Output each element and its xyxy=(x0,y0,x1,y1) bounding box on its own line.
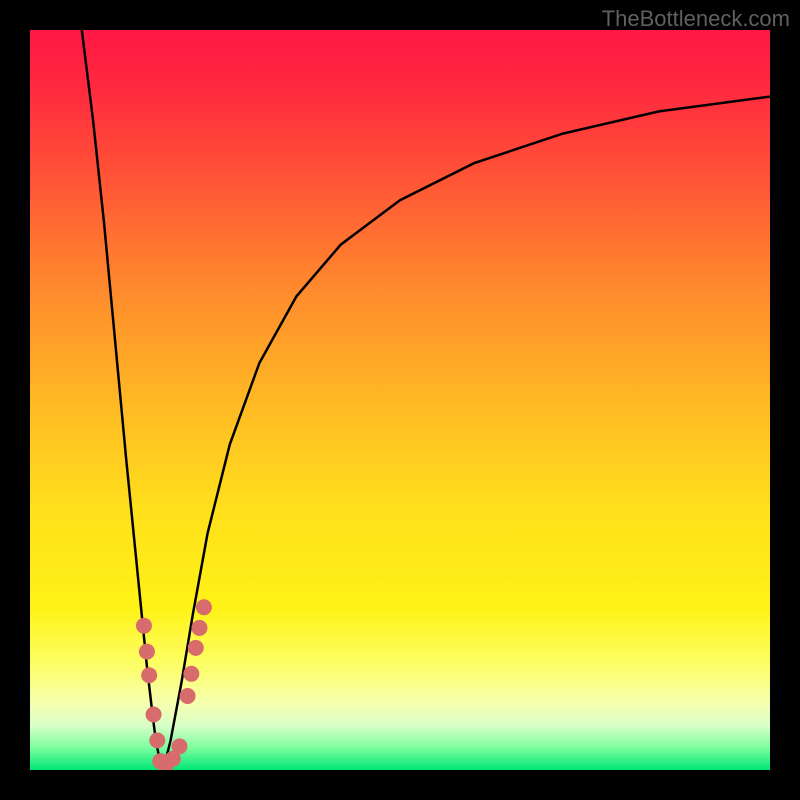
data-point xyxy=(139,644,155,660)
marker-group xyxy=(136,599,212,770)
data-point xyxy=(171,738,187,754)
data-point xyxy=(183,666,199,682)
data-point xyxy=(191,620,207,636)
plot-area xyxy=(30,30,770,770)
right-curve xyxy=(163,97,770,770)
data-point xyxy=(188,640,204,656)
chart-container: TheBottleneck.com xyxy=(0,0,800,800)
watermark-text: TheBottleneck.com xyxy=(602,6,790,32)
left-curve xyxy=(82,30,163,770)
data-point xyxy=(141,667,157,683)
data-point xyxy=(146,707,162,723)
data-point xyxy=(149,732,165,748)
data-point xyxy=(180,688,196,704)
data-point xyxy=(196,599,212,615)
curve-layer xyxy=(30,30,770,770)
data-point xyxy=(136,618,152,634)
